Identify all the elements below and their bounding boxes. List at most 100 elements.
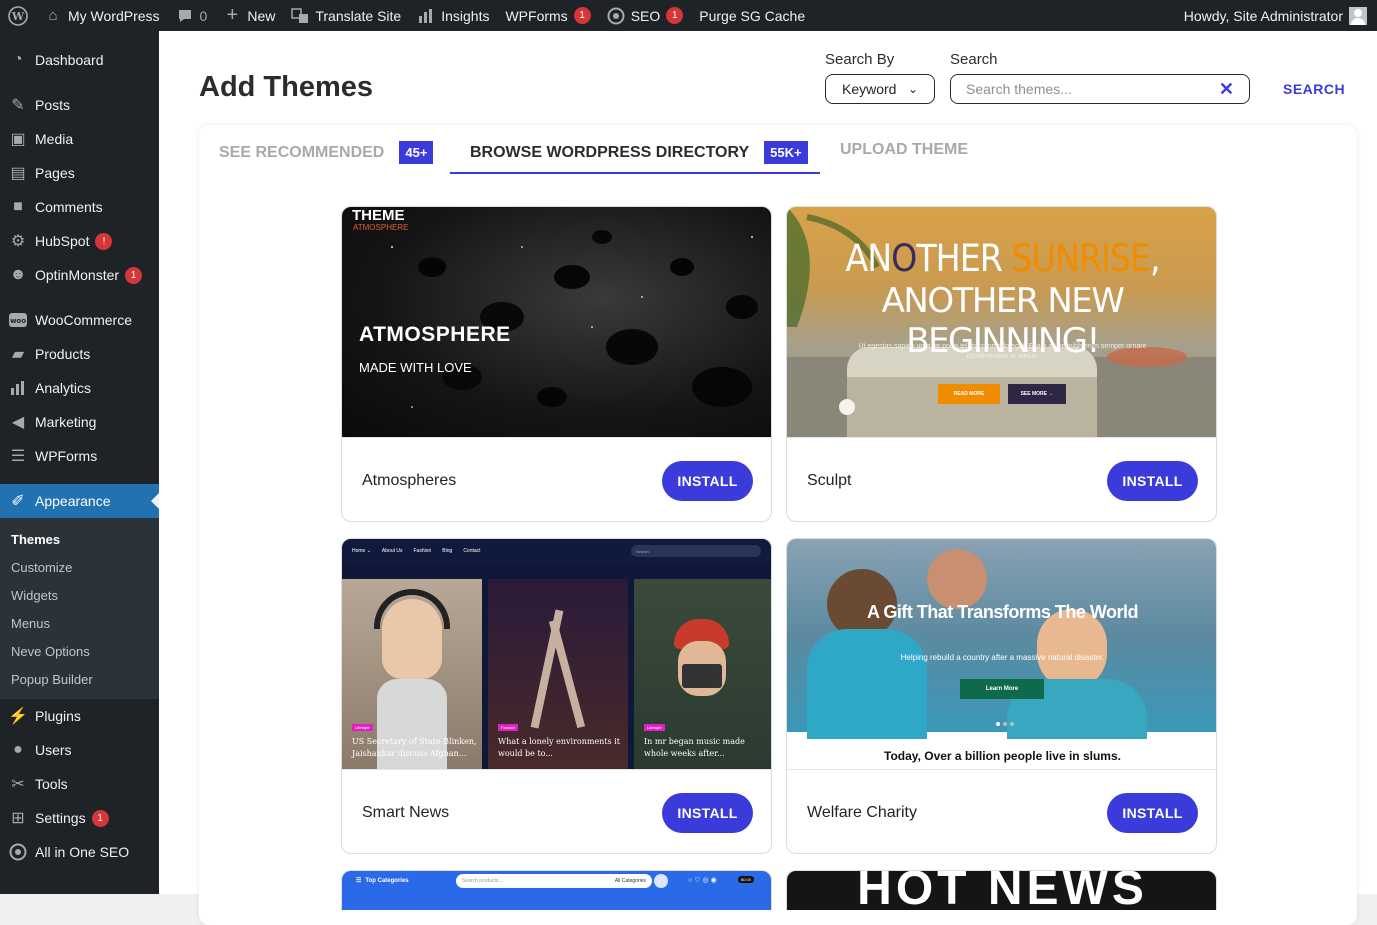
theme-thumbnail[interactable]: A Gift That Transforms The World Helping… [787,539,1216,769]
sidebar-item-label: Comments [35,199,103,215]
thumb-learn-more: Learn More [960,679,1044,699]
sidebar-item-label: Dashboard [35,52,104,68]
search-by-select[interactable]: Keyword ⌄ [825,74,935,104]
tab-see-recommended[interactable]: SEE RECOMMENDED 45+ [219,141,434,164]
aioseo-icon [8,842,28,862]
sidebar-item-posts[interactable]: ✎ Posts [0,88,159,122]
sidebar-item-label: Marketing [35,414,97,430]
theme-thumbnail[interactable]: Home ⌄ About Us Fashion Blog Contact Sea… [342,539,771,769]
sidebar-item-woocommerce[interactable]: woo WooCommerce [0,303,159,337]
sidebar-item-dashboard[interactable]: ◔ Dashboard [0,43,159,77]
sidebar-item-aioseo[interactable]: All in One SEO [0,835,159,869]
tab-label: SEE RECOMMENDED [219,143,385,161]
sidebar-item-products[interactable]: ▰ Products [0,337,159,371]
sidebar-item-plugins[interactable]: ⚡ Plugins [0,699,159,733]
settings-icon: ⊞ [11,810,25,827]
wordpress-logo[interactable]: W [0,0,36,31]
submenu-popup-builder[interactable]: Popup Builder [0,665,159,693]
theme-card-atmospheres[interactable]: THEME ATMOSPHERE ATMOSPHERE MADE WITH LO… [341,206,772,522]
theme-name: Atmospheres [362,471,457,489]
sidebar-item-media[interactable]: ▣ Media [0,122,159,156]
theme-thumbnail[interactable]: ANOTHER SUNRISE, ANOTHER NEW BEGINNING! … [787,207,1216,437]
submenu-customize[interactable]: Customize [0,553,159,581]
translate-site-link[interactable]: Translate Site [283,0,409,31]
headline-part: THER [916,237,1012,280]
sidebar-item-optinmonster[interactable]: ☻ OptinMonster 1 [0,258,159,292]
headline-part: AN [845,237,892,280]
seo-badge: 1 [666,7,684,24]
sidebar-item-label: Settings [35,810,86,826]
sidebar-item-wpforms[interactable]: ☰ WPForms [0,439,159,473]
site-name-link[interactable]: ⌂ My WordPress [36,0,168,31]
theme-card-smart-news[interactable]: Home ⌄ About Us Fashion Blog Contact Sea… [341,538,772,854]
wpforms-badge: 1 [573,7,591,24]
account-icons: ○♡◎◉ [688,877,719,884]
user-icon: ● [13,741,23,758]
theme-name: Sculpt [807,471,852,489]
headline-part: O [891,237,917,280]
tab-upload-theme[interactable]: UPLOAD THEME [840,141,968,159]
thumb-tag: Lifestyle [352,724,373,731]
purge-cache-link[interactable]: Purge SG Cache [691,0,813,31]
search-button[interactable]: SEARCH [1283,81,1345,97]
sidebar-item-pages[interactable]: ▤ Pages [0,156,159,190]
menu-icon: ☰ [356,878,362,884]
comments-count: 0 [199,7,208,24]
thumb-headline-1: ANOTHER SUNRISE, [787,237,1216,280]
theme-thumbnail[interactable]: THEME ATMOSPHERE ATMOSPHERE MADE WITH LO… [342,207,771,437]
submenu-themes[interactable]: Themes [0,525,159,553]
sidebar-item-label: Tools [35,776,68,792]
hubspot-badge: ! [95,232,113,250]
site-name: My WordPress [68,7,160,24]
search-input[interactable] [966,81,1219,97]
page-icon: ▤ [10,165,26,182]
theme-card-partial-1[interactable]: ☰ Top Categories Search products... All … [341,870,772,910]
card-footer: Atmospheres INSTALL [342,437,771,521]
theme-name: Smart News [362,803,450,821]
clear-icon[interactable]: ✕ [1219,79,1234,100]
insights-link[interactable]: Insights [409,0,497,31]
search-label: Search [950,51,998,68]
sidebar-item-comments[interactable]: ■ Comments [0,190,159,224]
theme-card-sculpt[interactable]: ANOTHER SUNRISE, ANOTHER NEW BEGINNING! … [786,206,1217,522]
comments-link[interactable]: 0 [168,0,216,31]
install-button[interactable]: INSTALL [662,792,753,833]
comment-icon: ■ [13,198,23,215]
settings-badge: 1 [91,809,109,827]
account-menu[interactable]: Howdy, Site Administrator [1184,6,1377,25]
thumb-caption: What a lonely environments it would be t… [498,737,620,758]
sidebar-item-settings[interactable]: ⊞ Settings 1 [0,801,159,835]
new-content-link[interactable]: + New [215,0,283,31]
thumb-nav-item: Blog [442,548,453,554]
theme-card-partial-2[interactable]: HOT NEWS [786,870,1217,910]
wpforms-link[interactable]: WPForms 1 [497,0,598,31]
submenu-menus[interactable]: Menus [0,609,159,637]
submenu-widgets[interactable]: Widgets [0,581,159,609]
sidebar-item-users[interactable]: ● Users [0,733,159,767]
tab-badge: 55K+ [764,141,808,164]
card-footer: Sculpt INSTALL [787,437,1216,521]
tab-browse-directory[interactable]: BROWSE WORDPRESS DIRECTORY 55K+ [470,141,808,164]
active-tab-indicator [450,172,820,174]
insights-label: Insights [441,7,490,24]
sidebar-item-marketing[interactable]: ◀ Marketing [0,405,159,439]
sidebar-item-appearance[interactable]: ✐ Appearance [0,484,159,518]
install-button[interactable]: INSTALL [662,460,753,501]
slider-dots [996,722,1014,726]
sidebar-item-hubspot[interactable]: ⚙ HubSpot! [0,224,159,258]
thumb-search-placeholder: Search products... [462,878,503,884]
install-button[interactable]: INSTALL [1107,792,1198,833]
sidebar-item-label: Pages [35,165,75,181]
dashboard-icon: ◔ [13,51,23,68]
theme-name: Welfare Charity [807,803,917,821]
sidebar-item-label: All in One SEO [35,844,130,860]
install-button[interactable]: INSTALL [1107,460,1198,501]
plus-icon: + [226,4,239,26]
sidebar-item-tools[interactable]: ✂ Tools [0,767,159,801]
submenu-neve-options[interactable]: Neve Options [0,637,159,665]
bar-chart-icon [417,7,435,25]
seo-link[interactable]: SEO 1 [599,0,692,31]
sidebar-item-label: OptinMonster [35,267,120,283]
sidebar-item-analytics[interactable]: Analytics [0,371,159,405]
theme-card-welfare-charity[interactable]: A Gift That Transforms The World Helping… [786,538,1217,854]
